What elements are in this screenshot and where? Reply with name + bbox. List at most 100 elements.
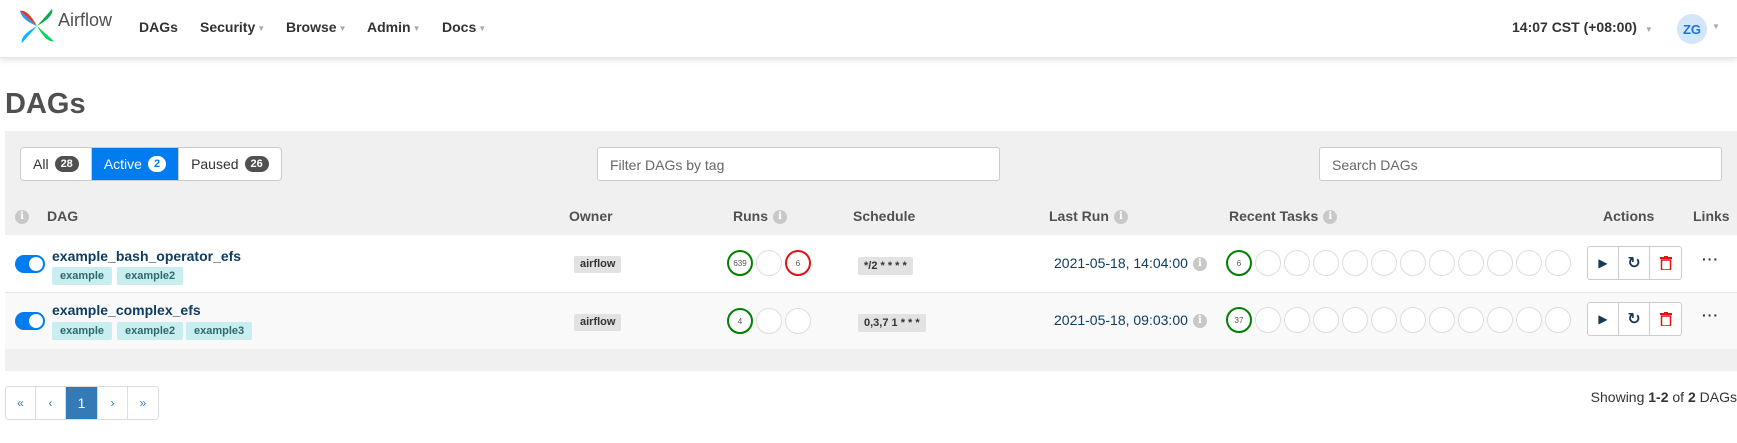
nav-admin[interactable]: Admin ▼ xyxy=(367,19,420,35)
status-filter: All 28 Active 2 Paused 26 xyxy=(20,147,282,181)
info-icon: i xyxy=(1323,210,1338,225)
dag-tag[interactable]: example2 xyxy=(117,267,184,285)
run-success-circle[interactable]: 639 xyxy=(727,250,753,276)
airflow-logo-icon xyxy=(19,8,55,44)
task-state-circle[interactable] xyxy=(1429,250,1455,276)
col-owner[interactable]: Owner xyxy=(569,208,613,224)
chevron-down-icon: ▼ xyxy=(1644,25,1653,34)
task-state-circle[interactable] xyxy=(1516,307,1542,333)
col-last-run: Last Run i xyxy=(1049,208,1128,225)
info-icon: i xyxy=(1192,257,1207,272)
task-state-circle[interactable] xyxy=(1458,250,1484,276)
trigger-dag-play-icon[interactable]: ▶ xyxy=(1588,303,1619,335)
task-state-circle[interactable] xyxy=(1487,307,1513,333)
page-last[interactable]: » xyxy=(128,387,158,419)
filter-all-button[interactable]: All 28 xyxy=(21,148,92,180)
delete-trash-icon[interactable] xyxy=(1650,247,1681,279)
user-avatar[interactable]: ZG xyxy=(1677,14,1707,44)
nav-docs[interactable]: Docs ▼ xyxy=(442,19,486,35)
page-current[interactable]: 1 xyxy=(66,387,98,419)
task-state-circle[interactable] xyxy=(1516,250,1542,276)
run-running-circle[interactable] xyxy=(756,308,782,334)
count-badge: 26 xyxy=(244,156,269,172)
owner-badge[interactable]: airflow xyxy=(574,314,622,331)
page-prev[interactable]: ‹ xyxy=(36,387,66,419)
chevron-down-icon: ▼ xyxy=(478,23,487,33)
info-icon: i xyxy=(15,208,29,225)
task-state-circle[interactable] xyxy=(1255,250,1281,276)
tag-filter-input[interactable]: Filter DAGs by tag xyxy=(597,147,1000,181)
schedule-badge: 0,3,7 1 * * * xyxy=(858,314,926,332)
task-state-circle[interactable] xyxy=(1545,307,1571,333)
actions-group: ▶ ↻ xyxy=(1587,246,1682,280)
task-state-circle[interactable] xyxy=(1400,307,1426,333)
task-state-circle[interactable] xyxy=(1284,307,1310,333)
owner-badge[interactable]: airflow xyxy=(574,256,622,273)
last-run-link[interactable]: 2021-05-18, 14:04:00 i xyxy=(1054,255,1207,272)
page-next[interactable]: › xyxy=(98,387,128,419)
dag-link[interactable]: example_bash_operator_efs xyxy=(52,248,241,264)
col-runs: Runs i xyxy=(733,208,787,225)
task-state-circle[interactable] xyxy=(1487,250,1513,276)
task-state-circle[interactable] xyxy=(1545,250,1571,276)
dag-tag[interactable]: example xyxy=(52,267,113,285)
last-run-link[interactable]: 2021-05-18, 09:03:00 i xyxy=(1054,312,1207,329)
info-icon: i xyxy=(1192,314,1207,329)
trigger-dag-play-icon[interactable]: ▶ xyxy=(1588,247,1619,279)
links-menu-icon[interactable]: ··· xyxy=(1702,251,1719,267)
search-input[interactable]: Search DAGs xyxy=(1319,147,1722,181)
task-state-circle[interactable]: 6 xyxy=(1226,250,1252,276)
run-running-circle[interactable] xyxy=(756,250,782,276)
run-failed-circle[interactable] xyxy=(785,308,811,334)
filter-active-button[interactable]: Active 2 xyxy=(91,148,180,180)
timezone-clock[interactable]: 14:07 CST (+08:00) ▼ xyxy=(1512,19,1653,35)
refresh-icon[interactable]: ↻ xyxy=(1619,303,1650,335)
dag-link[interactable]: example_complex_efs xyxy=(52,302,201,318)
delete-trash-icon[interactable] xyxy=(1650,303,1681,335)
table-row: example_bash_operator_efs example exampl… xyxy=(5,235,1737,292)
col-recent-tasks: Recent Tasks i xyxy=(1229,208,1338,225)
task-state-circle[interactable] xyxy=(1313,250,1339,276)
filter-paused-button[interactable]: Paused 26 xyxy=(179,148,281,180)
actions-group: ▶ ↻ xyxy=(1587,302,1682,336)
col-dag[interactable]: DAG xyxy=(47,208,78,224)
task-state-circle[interactable] xyxy=(1371,307,1397,333)
links-menu-icon[interactable]: ··· xyxy=(1702,307,1719,323)
task-state-circle[interactable] xyxy=(1458,307,1484,333)
count-badge: 2 xyxy=(147,156,167,172)
nav-dags[interactable]: DAGs xyxy=(139,19,178,35)
chevron-down-icon: ▼ xyxy=(338,23,347,33)
col-actions: Actions xyxy=(1603,208,1655,224)
chevron-down-icon: ▼ xyxy=(257,23,266,33)
dag-tag[interactable]: example2 xyxy=(117,322,184,340)
task-state-circle[interactable] xyxy=(1371,250,1397,276)
task-state-circle[interactable] xyxy=(1313,307,1339,333)
dag-tag[interactable]: example3 xyxy=(186,322,253,340)
task-state-circle[interactable] xyxy=(1284,250,1310,276)
refresh-icon[interactable]: ↻ xyxy=(1619,247,1650,279)
task-state-circle[interactable] xyxy=(1400,250,1426,276)
col-schedule: Schedule xyxy=(853,208,916,224)
navbar: Airflow DAGs Security ▼ Browse ▼ Admin ▼ Do… xyxy=(0,0,1737,58)
table-row: example_complex_efs example example2 exa… xyxy=(5,292,1737,349)
task-state-circle[interactable] xyxy=(1342,250,1368,276)
run-success-circle[interactable]: 4 xyxy=(727,308,753,334)
task-state-circle[interactable] xyxy=(1255,307,1281,333)
brand-logo[interactable]: Airflow xyxy=(18,7,112,45)
col-links: Links xyxy=(1693,208,1730,224)
dag-pause-toggle[interactable] xyxy=(15,312,45,330)
run-failed-circle[interactable]: 6 xyxy=(785,250,811,276)
task-state-circle[interactable] xyxy=(1429,307,1455,333)
count-badge: 28 xyxy=(54,156,79,172)
dag-tag[interactable]: example xyxy=(52,322,113,340)
chevron-down-icon[interactable]: ▼ xyxy=(1712,22,1720,31)
nav-browse[interactable]: Browse ▼ xyxy=(286,19,347,35)
info-icon: i xyxy=(773,210,787,225)
task-state-circle[interactable] xyxy=(1342,307,1368,333)
info-icon: i xyxy=(1113,210,1128,225)
page-first[interactable]: « xyxy=(6,387,36,419)
schedule-badge: */2 * * * * xyxy=(858,257,913,275)
nav-security[interactable]: Security ▼ xyxy=(200,19,265,35)
dag-pause-toggle[interactable] xyxy=(15,255,45,273)
task-state-circle[interactable]: 37 xyxy=(1226,307,1252,333)
